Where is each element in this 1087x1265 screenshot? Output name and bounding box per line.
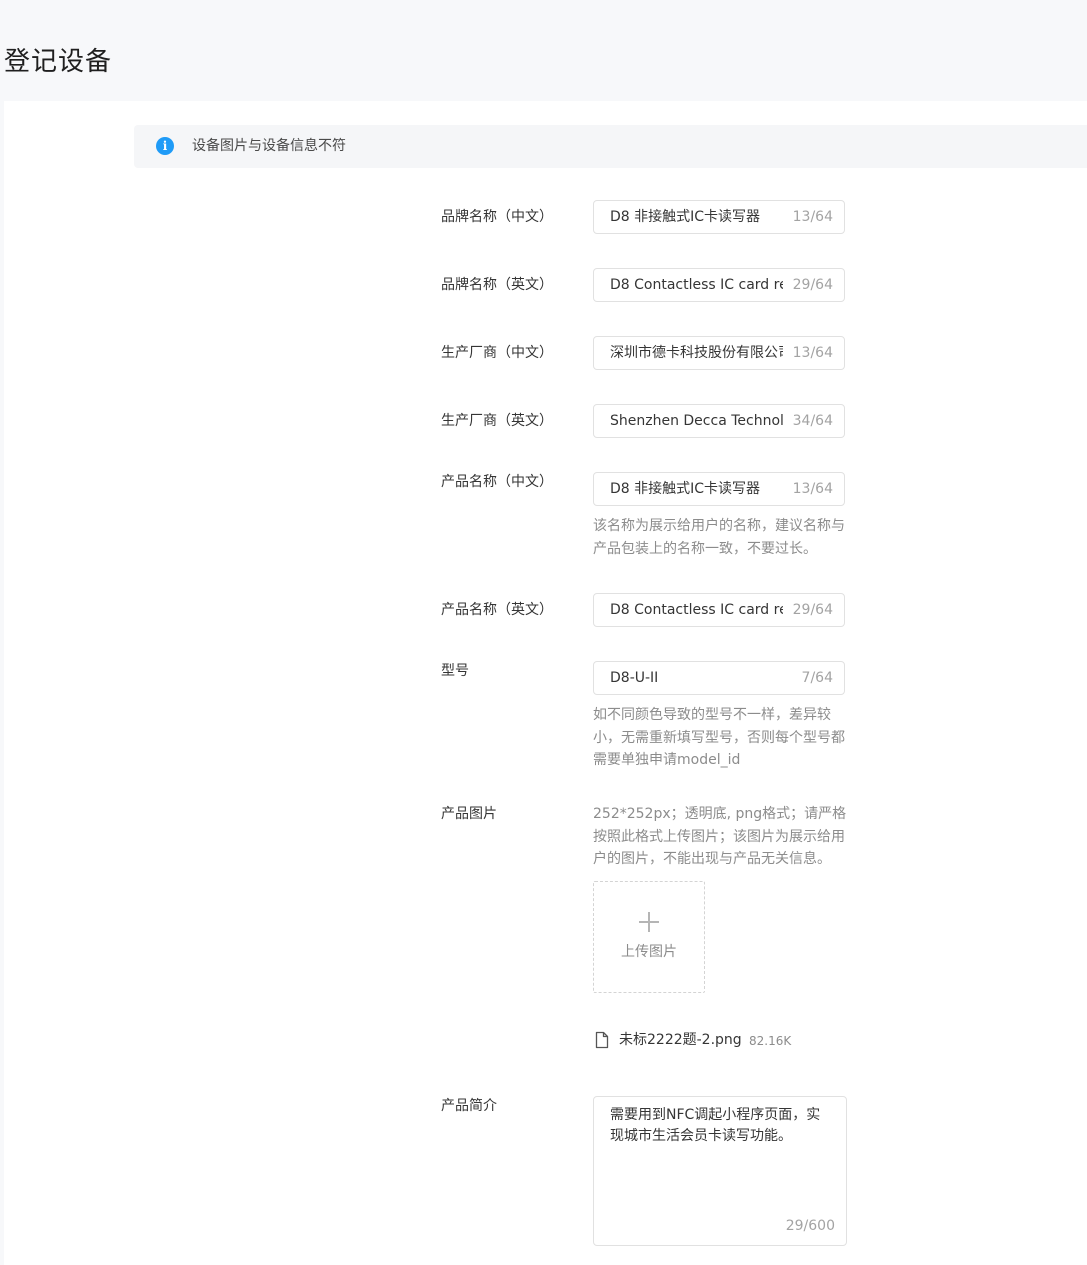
intro-value: 需要用到NFC调起小程序页面，实现城市生活会员卡读写功能。 — [610, 1107, 821, 1144]
brand-en-value: D8 Contactless IC card reader — [610, 277, 783, 293]
product-en-count: 29/64 — [792, 602, 833, 618]
brand-en-count: 29/64 — [792, 277, 833, 293]
intro-count: 29/600 — [785, 1218, 835, 1234]
page-title: 登记设备 — [4, 47, 113, 77]
model-input[interactable]: D8-U-II 7/64 — [593, 661, 845, 695]
brand-cn-count: 13/64 — [792, 209, 833, 225]
brand-cn-input[interactable]: D8 非接触式IC卡读写器 13/64 — [593, 200, 845, 234]
maker-en-value: Shenzhen Decca Technology — [610, 413, 783, 429]
model-label: 型号 — [441, 663, 469, 679]
brand-en-input[interactable]: D8 Contactless IC card reader 29/64 — [593, 268, 845, 302]
maker-cn-label: 生产厂商（中文） — [441, 345, 553, 361]
maker-cn-value: 深圳市德卡科技股份有限公司 — [610, 345, 783, 361]
intro-label: 产品简介 — [441, 1098, 497, 1114]
brand-cn-label: 品牌名称（中文） — [441, 209, 553, 225]
product-en-value: D8 Contactless IC card reader — [610, 602, 783, 618]
product-cn-label: 产品名称（中文） — [441, 474, 553, 490]
upload-image-button[interactable]: 上传图片 — [593, 881, 705, 993]
product-en-input[interactable]: D8 Contactless IC card reader 29/64 — [593, 593, 845, 627]
notice-bar: i 设备图片与设备信息不符 — [134, 125, 1087, 168]
image-label: 产品图片 — [441, 806, 497, 822]
maker-cn-count: 13/64 — [792, 345, 833, 361]
maker-en-count: 34/64 — [792, 413, 833, 429]
plus-icon — [639, 912, 659, 932]
image-hint: 252*252px；透明底, png格式；请严格按照此格式上传图片；该图片为展示… — [593, 806, 847, 867]
intro-textarea[interactable]: 需要用到NFC调起小程序页面，实现城市生活会员卡读写功能。 29/600 — [593, 1096, 847, 1246]
file-size: 82.16K — [749, 1034, 792, 1048]
model-hint: 如不同颜色导致的型号不一样，差异较小，无需重新填写型号，否则每个型号都需要单独申… — [593, 707, 845, 768]
product-cn-input[interactable]: D8 非接触式IC卡读写器 13/64 — [593, 472, 845, 506]
model-value: D8-U-II — [610, 670, 659, 686]
product-cn-hint: 该名称为展示给用户的名称，建议名称与产品包装上的名称一致，不要过长。 — [593, 518, 845, 557]
maker-en-label: 生产厂商（英文） — [441, 413, 553, 429]
model-count: 7/64 — [801, 670, 833, 686]
notice-text: 设备图片与设备信息不符 — [192, 138, 346, 154]
maker-cn-input[interactable]: 深圳市德卡科技股份有限公司 13/64 — [593, 336, 845, 370]
form-card: i 设备图片与设备信息不符 品牌名称（中文） D8 非接触式IC卡读写器 13/… — [4, 101, 1087, 1265]
upload-label: 上传图片 — [621, 944, 677, 960]
brand-en-label: 品牌名称（英文） — [441, 277, 553, 293]
brand-cn-value: D8 非接触式IC卡读写器 — [610, 209, 761, 225]
maker-en-input[interactable]: Shenzhen Decca Technology 34/64 — [593, 404, 845, 438]
info-icon: i — [156, 137, 174, 155]
file-icon — [595, 1031, 609, 1049]
file-name: 未标2222题-2.png — [619, 1032, 742, 1048]
product-en-label: 产品名称（英文） — [441, 602, 553, 618]
product-cn-value: D8 非接触式IC卡读写器 — [610, 481, 761, 497]
product-cn-count: 13/64 — [792, 481, 833, 497]
